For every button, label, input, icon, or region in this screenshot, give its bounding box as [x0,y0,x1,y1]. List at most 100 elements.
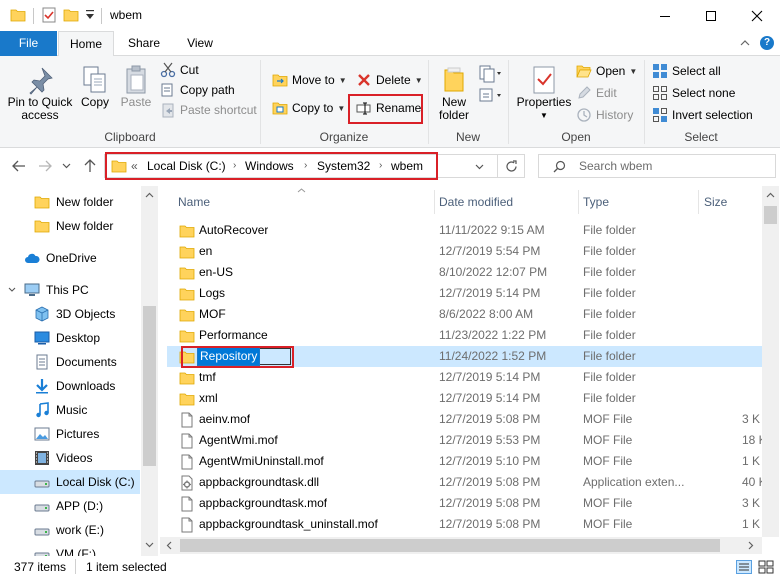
scroll-right-icon[interactable] [748,541,754,550]
new-folder-quick-icon[interactable] [63,7,79,23]
cell-size [742,241,762,262]
details-view-icon[interactable] [736,560,752,574]
nav-item-new-folder[interactable]: New folder [0,214,140,238]
tab-home[interactable]: Home [58,31,114,57]
edit-button[interactable]: Edit [576,82,637,104]
select-column: Select all Select none Invert selection [652,60,753,126]
paste-button[interactable]: Paste [118,60,154,126]
search-box[interactable]: Search wbem [538,154,776,178]
scroll-up-icon[interactable] [145,192,154,198]
table-row[interactable]: AgentWmi.mof 12/7/2019 5:53 PM MOF File 18 … [167,430,762,451]
table-row[interactable]: appbackgroundtask.mof 12/7/2019 5:08 PM MO… [167,493,762,514]
back-arrow-icon[interactable] [12,160,26,172]
copy-to-button[interactable]: Copy to ▼ [272,94,347,122]
expand-chevron-icon[interactable] [8,286,16,294]
nav-item-music[interactable]: Music [0,398,140,422]
nav-item-videos[interactable]: Videos [0,446,140,470]
nav-item-downloads[interactable]: Downloads [0,374,140,398]
move-to-button[interactable]: Move to ▼ [272,66,347,94]
open-button[interactable]: Open ▼ [576,60,637,82]
column-separator[interactable] [698,190,699,214]
select-none-button[interactable]: Select none [652,82,753,104]
nav-item-vm-f[interactable]: VM (F:) [0,542,140,556]
maximize-button[interactable] [688,0,734,31]
column-separator[interactable] [578,190,579,214]
nav-item-label: New folder [56,219,114,233]
table-row[interactable]: AutoRecover 11/11/2022 9:15 AM File folder [167,220,762,241]
open-folder-icon [576,65,592,78]
paste-shortcut-button[interactable]: Paste shortcut [160,100,257,120]
pin-to-quick-access-button[interactable]: Pin to Quick access [4,60,76,126]
file-list-scrollbar-thumb[interactable] [764,206,777,224]
folder-icon [179,223,195,239]
history-button[interactable]: History [576,104,637,126]
properties-button[interactable]: Properties ▼ [514,60,574,126]
table-row[interactable]: Logs 12/7/2019 5:14 PM File folder [167,283,762,304]
search-input[interactable]: Search wbem [579,159,652,173]
table-row[interactable]: aeinv.mof 12/7/2019 5:08 PM MOF File 3 K [167,409,762,430]
nav-item-local-disk-c[interactable]: Local Disk (C:) [0,470,140,494]
scroll-down-icon[interactable] [145,542,154,548]
large-icons-view-icon[interactable] [758,560,774,574]
nav-item-label: Local Disk (C:) [56,475,135,489]
scroll-up-icon[interactable] [766,192,775,198]
easy-access-button[interactable] [478,86,502,106]
separator [33,8,34,24]
address-dropdown-icon[interactable] [475,164,484,170]
nav-item-documents[interactable]: Documents [0,350,140,374]
nav-item-app-d[interactable]: APP (D:) [0,494,140,518]
forward-arrow-icon[interactable] [38,160,52,172]
invert-selection-button[interactable]: Invert selection [652,104,753,126]
nav-item-onedrive[interactable]: OneDrive [0,246,140,270]
customize-dropdown-icon[interactable] [85,9,95,21]
nav-item-work-e[interactable]: work (E:) [0,518,140,542]
cell-name: AgentWmi.mof [199,433,278,447]
copy-button[interactable]: Copy [78,60,112,126]
nav-item-pictures[interactable]: Pictures [0,422,140,446]
table-row[interactable]: appbackgroundtask.dll 12/7/2019 5:08 PM Ap… [167,472,762,493]
folder-icon [179,286,195,302]
nav-item-new-folder[interactable]: New folder [0,190,140,214]
collapse-ribbon-icon[interactable] [740,39,750,47]
nav-scrollbar-thumb[interactable] [143,306,156,466]
table-row[interactable]: Performance 11/23/2022 1:22 PM File folder [167,325,762,346]
copy-path-button[interactable]: Copy path [160,80,257,100]
column-header-type[interactable]: Type [583,186,609,218]
column-separator[interactable] [434,190,435,214]
table-row[interactable]: tmf 12/7/2019 5:14 PM File folder [167,367,762,388]
nav-scrollbar[interactable] [141,186,158,556]
column-header-name[interactable]: Name [178,186,210,218]
table-row[interactable]: xml 12/7/2019 5:14 PM File folder [167,388,762,409]
recent-locations-icon[interactable] [62,163,71,169]
tab-view[interactable]: View [174,31,226,56]
tab-file[interactable]: File [0,31,57,56]
select-all-button[interactable]: Select all [652,60,753,82]
delete-button[interactable]: Delete ▼ [356,66,423,94]
horizontal-scrollbar-thumb[interactable] [180,539,720,552]
up-arrow-icon[interactable] [84,159,96,173]
file-list-scrollbar[interactable] [762,186,779,537]
table-row[interactable]: MOF 8/6/2022 8:00 AM File folder [167,304,762,325]
close-button[interactable] [734,0,780,31]
folder-icon [34,218,50,234]
scroll-left-icon[interactable] [166,541,172,550]
properties-check-icon[interactable] [41,7,57,23]
refresh-icon[interactable] [505,160,518,173]
new-item-button[interactable] [478,64,502,84]
column-header-date[interactable]: Date modified [439,186,513,218]
table-row[interactable]: en 12/7/2019 5:54 PM File folder [167,241,762,262]
table-row[interactable]: en-US 8/10/2022 12:07 PM File folder [167,262,762,283]
new-folder-button[interactable]: New folder [432,60,476,126]
horizontal-scrollbar[interactable] [160,537,762,554]
nav-item-desktop[interactable]: Desktop [0,326,140,350]
column-header-size[interactable]: Size [704,186,727,218]
minimize-button[interactable] [642,0,688,31]
nav-item-this-pc[interactable]: This PC [0,278,140,302]
help-icon[interactable]: ? [760,36,774,50]
table-row[interactable]: appbackgroundtask_uninstall.mof 12/7/2019… [167,514,762,535]
table-row[interactable]: AgentWmiUninstall.mof 12/7/2019 5:10 PM MO… [167,451,762,472]
nav-item-3d-objects[interactable]: 3D Objects [0,302,140,326]
cut-button[interactable]: Cut [160,60,257,80]
properties-label: Properties [516,95,572,109]
tab-share[interactable]: Share [118,31,170,56]
